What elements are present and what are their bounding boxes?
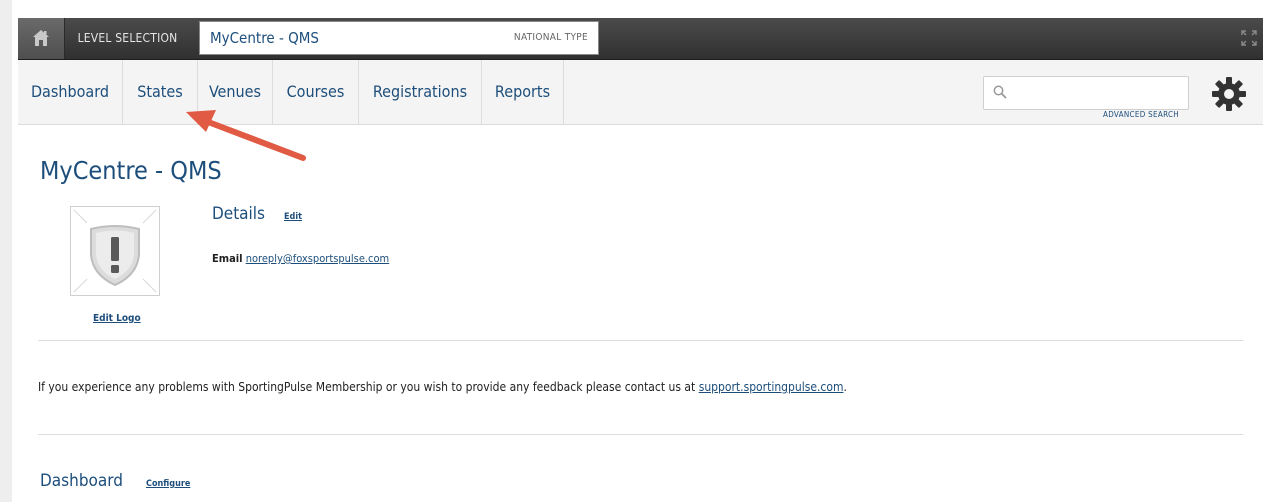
email-link[interactable]: noreply@foxsportspulse.com [246,252,390,265]
dashboard-heading: Dashboard [40,471,123,491]
edit-logo-link[interactable]: Edit Logo [93,313,141,324]
divider [38,340,1243,341]
advanced-search-link[interactable]: ADVANCED SEARCH [1103,110,1179,119]
feedback-text: If you experience any problems with Spor… [38,380,699,394]
email-row: Email noreply@foxsportspulse.com [212,252,389,265]
logo-placeholder [70,206,160,296]
level-selection-bar: LEVEL SELECTION MyCentre - QMS NATIONAL … [18,18,1263,60]
annotation-arrow [186,110,306,161]
tab-reports[interactable]: Reports [482,60,564,124]
app-frame: LEVEL SELECTION MyCentre - QMS NATIONAL … [18,18,1263,502]
level-selection-label[interactable]: LEVEL SELECTION [65,18,190,59]
expand-icon[interactable] [1241,30,1257,46]
left-margin-strip [0,0,12,502]
level-type-badge: NATIONAL TYPE [513,32,588,43]
details-edit-link[interactable]: Edit [284,212,302,222]
tab-dashboard[interactable]: Dashboard [18,60,123,124]
feedback-message: If you experience any problems with Spor… [38,380,847,394]
feedback-end: . [843,380,847,394]
shield-warning-icon [73,209,157,293]
search-box [983,76,1189,110]
search-input[interactable] [1014,81,1186,107]
support-link[interactable]: support.sportingpulse.com [699,380,844,394]
divider [38,434,1243,435]
current-level-name: MyCentre - QMS [210,29,319,47]
details-heading: Details [212,204,266,224]
gear-icon[interactable] [1211,76,1247,112]
tab-registrations[interactable]: Registrations [359,60,482,124]
home-icon [33,30,49,46]
search-icon [993,85,1007,99]
dashboard-configure-link[interactable]: Configure [146,479,190,489]
home-button[interactable] [18,18,65,59]
level-selector[interactable]: MyCentre - QMS NATIONAL TYPE [199,21,599,55]
email-label: Email [212,252,243,265]
